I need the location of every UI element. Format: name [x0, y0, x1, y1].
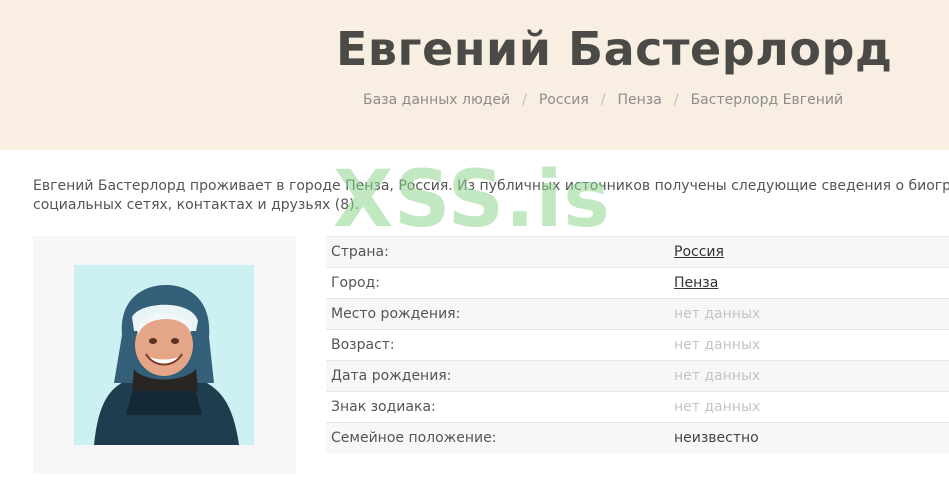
breadcrumb-item-people-db[interactable]: База данных людей — [363, 92, 510, 108]
breadcrumb-separator: / — [522, 92, 527, 108]
row-label-birthplace: Место рождения: — [326, 298, 669, 330]
row-value-age: нет данных — [669, 329, 949, 361]
profile-photo — [74, 265, 254, 445]
breadcrumb-item-city[interactable]: Пенза — [618, 92, 662, 108]
breadcrumb-item-current: Бастерлорд Евгений — [690, 92, 844, 108]
breadcrumb-item-country[interactable]: Россия — [539, 92, 589, 108]
watermark-text: XSS.is — [333, 155, 611, 245]
city-link[interactable]: Пенза — [674, 275, 718, 291]
row-value-zodiac: нет данных — [669, 391, 949, 423]
breadcrumb: База данных людей / Россия / Пенза / Бастерлор… — [363, 92, 843, 108]
breadcrumb-separator: / — [673, 92, 679, 108]
breadcrumb-separator: / — [600, 92, 606, 108]
row-value-birthplace: нет данных — [669, 298, 949, 330]
row-label-birthdate: Дата рождения: — [326, 360, 669, 392]
row-label-age: Возраст: — [326, 329, 669, 361]
row-label-marital-status: Семейное положение: — [326, 422, 669, 453]
table-row: Место рождения: нет данных — [326, 298, 949, 330]
row-value-marital-status: неизвестно — [669, 422, 949, 453]
table-row: Город: Пенза — [326, 267, 949, 299]
row-label-zodiac: Знак зодиака: — [326, 391, 669, 423]
page-hero: Евгений Бастерлорд База данных людей / Рос… — [0, 0, 949, 150]
country-link[interactable]: Россия — [674, 244, 724, 260]
person-portrait-icon — [74, 265, 254, 445]
table-row: Знак зодиака: нет данных — [326, 391, 949, 423]
row-label-city: Город: — [326, 267, 669, 299]
table-row: Семейное положение: неизвестно — [326, 422, 949, 453]
row-value-birthdate: нет данных — [669, 360, 949, 392]
profile-photo-card — [33, 236, 296, 474]
page-title: Евгений Бастерлорд — [336, 22, 893, 76]
profile-info-table: Страна: Россия Город: Пенза Место рожден… — [326, 236, 949, 453]
table-row: Дата рождения: нет данных — [326, 360, 949, 392]
table-row: Возраст: нет данных — [326, 329, 949, 361]
